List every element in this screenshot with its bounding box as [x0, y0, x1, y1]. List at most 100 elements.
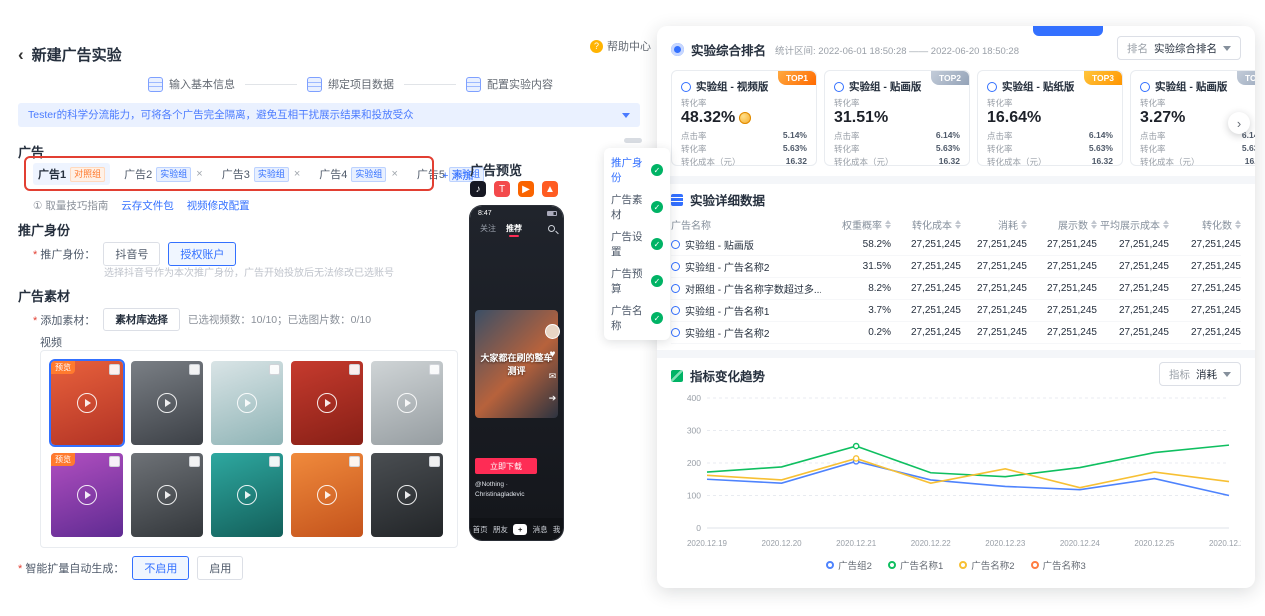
radio-icon[interactable] [987, 82, 997, 92]
phone-feed-tab[interactable]: 关注 [480, 223, 496, 234]
help-center-link[interactable]: 帮助中心 [590, 38, 651, 54]
play-icon[interactable] [397, 485, 417, 505]
radio-icon[interactable] [1140, 82, 1150, 92]
select-checkbox[interactable] [429, 456, 440, 467]
column-header[interactable]: 转化成本 [891, 217, 961, 232]
metric-filter-select[interactable]: 指标 消耗 [1159, 362, 1241, 386]
radio-icon[interactable] [834, 82, 844, 92]
column-header[interactable]: 平均展示成本 [1097, 217, 1169, 232]
video-thumbnail[interactable] [211, 453, 283, 537]
table-row[interactable]: 实验组 - 贴画版58.2%27,251,24527,251,24527,251… [671, 234, 1241, 256]
option-button[interactable]: 不启用 [132, 556, 189, 580]
video-thumbnail[interactable] [291, 361, 363, 445]
select-checkbox[interactable] [269, 456, 280, 467]
legend-item[interactable]: 广告名称1 [888, 558, 943, 572]
experiment-rank-card[interactable]: TOP2实验组 - 贴画版转化率31.51%点击率6.14%转化率5.63%转化… [824, 70, 970, 166]
play-icon[interactable] [157, 485, 177, 505]
video-thumbnail[interactable] [291, 453, 363, 537]
anchor-nav-item[interactable]: 广告预算 [611, 266, 663, 296]
select-checkbox[interactable] [189, 456, 200, 467]
tip-link-1[interactable]: 云存文件包 [121, 200, 174, 212]
play-icon[interactable] [157, 393, 177, 413]
phone-feed-tab[interactable]: 推荐 [506, 223, 522, 234]
radio-icon[interactable] [671, 240, 680, 249]
column-header[interactable]: 消耗 [961, 217, 1027, 232]
play-icon[interactable] [237, 393, 257, 413]
share-icon[interactable] [546, 392, 559, 405]
ad-tab[interactable]: 广告1对照组 [33, 163, 110, 185]
table-row[interactable]: 实验组 - 广告名称13.7%27,251,24527,251,24527,25… [671, 300, 1241, 322]
select-checkbox[interactable] [349, 456, 360, 467]
play-icon[interactable] [237, 485, 257, 505]
legend-item[interactable]: 广告组2 [826, 558, 872, 572]
select-checkbox[interactable] [349, 364, 360, 375]
radio-icon[interactable] [671, 306, 680, 315]
anchor-nav-item[interactable]: 广告名称 [611, 303, 663, 333]
close-icon[interactable]: × [294, 168, 300, 180]
close-icon[interactable]: × [196, 168, 202, 180]
ranking-filter-select[interactable]: 排名 实验综合排名 [1117, 36, 1241, 60]
phone-nav-item[interactable]: 消息 [533, 524, 548, 535]
search-icon[interactable] [548, 225, 555, 232]
table-row[interactable]: 对照组 - 广告名称字数超过多...8.2%27,251,24527,251,2… [671, 278, 1241, 300]
video-thumbnail[interactable]: 预览 [51, 453, 123, 537]
phone-nav-item[interactable]: 首页 [473, 524, 488, 535]
panel-handle[interactable] [1033, 26, 1103, 36]
avatar-icon[interactable] [545, 324, 560, 339]
column-header[interactable]: 广告名称 [671, 217, 821, 232]
phone-nav-item[interactable]: 我 [553, 524, 561, 535]
sort-icon[interactable] [1235, 220, 1241, 229]
stepper-step[interactable]: 配置实验内容 [466, 76, 553, 92]
column-header[interactable]: 权重概率 [821, 217, 891, 232]
legend-item[interactable]: 广告名称2 [959, 558, 1014, 572]
add-ad-tab-button[interactable]: + 添加 [442, 167, 473, 183]
anchor-drag-handle[interactable] [624, 138, 642, 143]
video-thumbnail[interactable] [211, 361, 283, 445]
select-checkbox[interactable] [109, 456, 120, 467]
select-checkbox[interactable] [429, 364, 440, 375]
stepper-step[interactable]: 绑定项目数据 [307, 76, 394, 92]
column-header[interactable]: 转化数 [1169, 217, 1241, 232]
phone-nav-item[interactable]: 朋友 [493, 524, 508, 535]
experiment-rank-card[interactable]: TOP1实验组 - 视频版转化率48.32%点击率5.14%转化率5.63%转化… [671, 70, 817, 166]
play-icon[interactable] [317, 393, 337, 413]
video-thumbnail[interactable] [131, 361, 203, 445]
phone-nav-item[interactable]: + [513, 524, 527, 535]
video-thumbnail[interactable] [371, 453, 443, 537]
tip-link-2[interactable]: 视频修改配置 [187, 200, 250, 212]
option-button[interactable]: 抖音号 [103, 242, 160, 266]
huoshan-icon[interactable]: ▲ [542, 181, 558, 197]
video-thumbnail[interactable] [131, 453, 203, 537]
anchor-nav-item[interactable]: 推广身份 [611, 155, 663, 185]
column-header[interactable]: 展示数 [1027, 217, 1097, 232]
radio-icon[interactable] [671, 284, 680, 293]
video-thumbnail[interactable]: 预览 [51, 361, 123, 445]
ad-tab[interactable]: 广告2实验组× [119, 163, 208, 185]
ad-tab[interactable]: 广告3实验组× [217, 163, 306, 185]
table-row[interactable]: 实验组 - 广告名称20.2%27,251,24527,251,24527,25… [671, 322, 1241, 344]
back-button[interactable]: ‹ [18, 46, 24, 63]
select-checkbox[interactable] [109, 364, 120, 375]
xigua-icon[interactable]: ▶ [518, 181, 534, 197]
radio-icon[interactable] [671, 328, 680, 337]
video-thumbnail[interactable] [371, 361, 443, 445]
option-button[interactable]: 启用 [197, 556, 243, 580]
select-checkbox[interactable] [189, 364, 200, 375]
stepper-step[interactable]: 输入基本信息 [148, 76, 235, 92]
comment-icon[interactable] [546, 370, 559, 383]
ad-tab[interactable]: 广告4实验组× [314, 163, 403, 185]
legend-item[interactable]: 广告名称3 [1031, 558, 1086, 572]
douyin-icon[interactable]: ♪ [470, 181, 486, 197]
material-library-button[interactable]: 素材库选择 [103, 308, 180, 331]
select-checkbox[interactable] [269, 364, 280, 375]
table-row[interactable]: 实验组 - 广告名称231.5%27,251,24527,251,24527,2… [671, 256, 1241, 278]
carousel-next-button[interactable]: › [1228, 112, 1250, 134]
option-button[interactable]: 授权账户 [168, 242, 236, 266]
radio-icon[interactable] [671, 262, 680, 271]
collapse-chevron-icon[interactable] [622, 113, 630, 122]
play-icon[interactable] [77, 485, 97, 505]
toutiao-icon[interactable]: T [494, 181, 510, 197]
play-icon[interactable] [77, 393, 97, 413]
download-cta-button[interactable]: 立即下载 [475, 458, 537, 474]
anchor-nav-item[interactable]: 广告素材 [611, 192, 663, 222]
